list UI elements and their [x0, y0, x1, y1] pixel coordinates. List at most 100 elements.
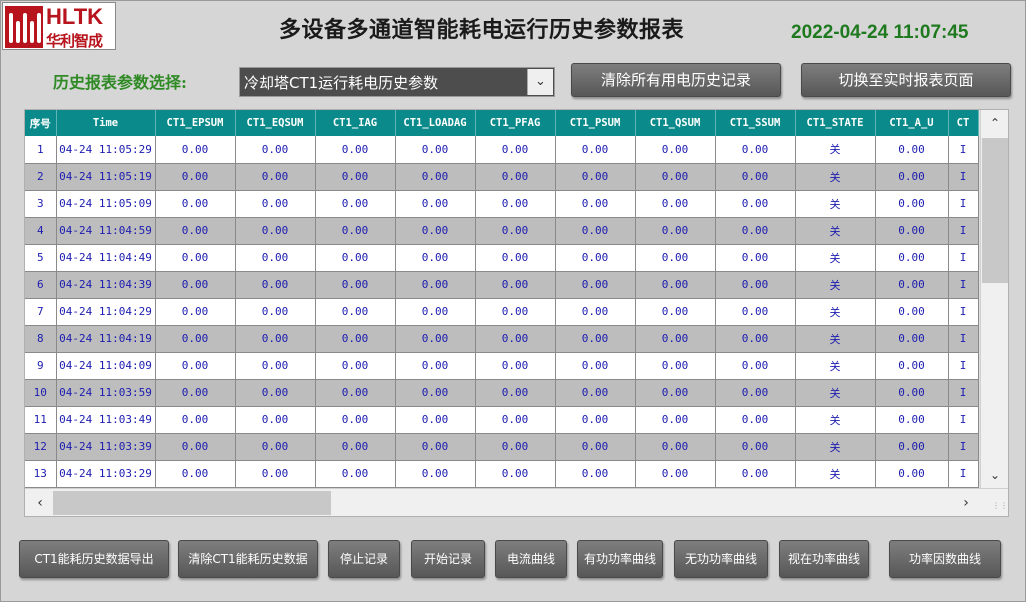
column-header[interactable]: CT1_A_U [875, 110, 949, 136]
report-selector[interactable]: 冷却塔CT1运行耗电历史参数 ⌄ [239, 67, 555, 97]
table-row[interactable]: 8 04-24 11:04:19 0.00 0.00 0.00 0.00 0.00 0.00 0… [25, 325, 979, 353]
table-cell: 0.00 [635, 379, 716, 407]
column-header[interactable]: CT1_PSUM [555, 110, 636, 136]
column-header[interactable]: CT1_QSUM [635, 110, 716, 136]
column-header[interactable]: CT1_IAG [315, 110, 396, 136]
table-cell: 7 [25, 298, 57, 326]
table-row[interactable]: 5 04-24 11:04:49 0.00 0.00 0.00 0.00 0.00 0.00 0… [25, 244, 979, 272]
table-cell: 0.00 [155, 271, 236, 299]
column-header[interactable]: CT1_EQSUM [235, 110, 316, 136]
table-cell: 0.00 [475, 325, 556, 353]
table-row[interactable]: 7 04-24 11:04:29 0.00 0.00 0.00 0.00 0.00 0.00 0… [25, 298, 979, 326]
table-cell: 0.00 [555, 433, 636, 461]
table-cell: 0.00 [395, 325, 476, 353]
chevron-right-icon[interactable]: › [953, 489, 979, 516]
table-cell: 04-24 11:05:19 [56, 163, 156, 191]
table-cell: I [948, 406, 979, 434]
table-cell: 0.00 [715, 433, 796, 461]
bottom-button-9[interactable]: 功率因数曲线 [889, 540, 1001, 578]
table-cell: 0.00 [875, 433, 949, 461]
vertical-scroll-thumb[interactable] [982, 138, 1008, 283]
table-cell: I [948, 433, 979, 461]
table-cell: 0.00 [635, 298, 716, 326]
vertical-scrollbar[interactable]: ⌃ ⌄ [980, 110, 1008, 488]
table-cell: 9 [25, 352, 57, 380]
table-row[interactable]: 9 04-24 11:04:09 0.00 0.00 0.00 0.00 0.00 0.00 0… [25, 352, 979, 380]
table-row[interactable]: 11 04-24 11:03:49 0.00 0.00 0.00 0.00 0.00 0.00… [25, 406, 979, 434]
table-cell: 04-24 11:03:29 [56, 460, 156, 488]
column-header[interactable]: CT1_EPSUM [155, 110, 236, 136]
table-row[interactable]: 2 04-24 11:05:19 0.00 0.00 0.00 0.00 0.00 0.00 0… [25, 163, 979, 191]
column-header[interactable]: CT1_SSUM [715, 110, 796, 136]
column-header[interactable]: CT1_LOADAG [395, 110, 476, 136]
table-row[interactable]: 12 04-24 11:03:39 0.00 0.00 0.00 0.00 0.00 0.00… [25, 433, 979, 461]
table-cell: 0.00 [155, 352, 236, 380]
table-cell: 0.00 [875, 406, 949, 434]
table-cell: 4 [25, 217, 57, 245]
table-cell: 3 [25, 190, 57, 218]
clear-history-button[interactable]: 清除所有用电历史记录 [571, 63, 781, 97]
table-cell: 04-24 11:04:09 [56, 352, 156, 380]
bottom-button-4[interactable]: 开始记录 [411, 540, 485, 578]
table-cell: 0.00 [315, 271, 396, 299]
column-header[interactable]: Time [56, 110, 156, 136]
bottom-button-2[interactable]: 清除CT1能耗历史数据 [178, 540, 318, 578]
chevron-up-icon[interactable]: ⌃ [981, 110, 1008, 136]
table-cell: 0.00 [235, 271, 316, 299]
bottom-button-8[interactable]: 视在功率曲线 [779, 540, 869, 578]
logo-brand: HLTK [46, 4, 104, 29]
table-cell: 04-24 11:04:39 [56, 271, 156, 299]
table-row[interactable]: 4 04-24 11:04:59 0.00 0.00 0.00 0.00 0.00 0.00 0… [25, 217, 979, 245]
table-cell: 04-24 11:05:29 [56, 136, 156, 164]
table-cell: 0.00 [475, 190, 556, 218]
table-cell: 关 [795, 325, 876, 353]
table-cell: 0.00 [155, 460, 236, 488]
table-cell: I [948, 244, 979, 272]
table-row[interactable]: 10 04-24 11:03:59 0.00 0.00 0.00 0.00 0.00 0.00… [25, 379, 979, 407]
column-header[interactable]: CT1_STATE [795, 110, 876, 136]
horizontal-scroll-thumb[interactable] [53, 491, 331, 515]
bottom-button-5[interactable]: 电流曲线 [495, 540, 567, 578]
table-cell: 0.00 [555, 298, 636, 326]
table-cell: 0.00 [235, 217, 316, 245]
chevron-down-icon[interactable]: ⌄ [527, 69, 553, 95]
table-row[interactable]: 6 04-24 11:04:39 0.00 0.00 0.00 0.00 0.00 0.00 0… [25, 271, 979, 299]
bottom-button-1[interactable]: CT1能耗历史数据导出 [19, 540, 169, 578]
table-cell: 04-24 11:04:49 [56, 244, 156, 272]
table-cell: 0.00 [155, 244, 236, 272]
table-cell: 关 [795, 433, 876, 461]
table-cell: 04-24 11:04:29 [56, 298, 156, 326]
table-cell: 0.00 [155, 433, 236, 461]
table-cell: 0.00 [395, 190, 476, 218]
table-cell: 0.00 [155, 406, 236, 434]
table-row[interactable]: 13 04-24 11:03:29 0.00 0.00 0.00 0.00 0.00 0.00… [25, 460, 979, 488]
bottom-button-6[interactable]: 有功功率曲线 [577, 540, 663, 578]
table-row[interactable]: 3 04-24 11:05:09 0.00 0.00 0.00 0.00 0.00 0.00 0… [25, 190, 979, 218]
chevron-left-icon[interactable]: ‹ [27, 489, 53, 516]
table-cell: 0.00 [315, 136, 396, 164]
table-cell: I [948, 217, 979, 245]
table-cell: 04-24 11:03:59 [56, 379, 156, 407]
horizontal-scrollbar[interactable]: ‹ › ⋮⋮ [25, 488, 1008, 516]
chevron-down-icon[interactable]: ⌄ [981, 462, 1008, 488]
table-cell: 关 [795, 379, 876, 407]
table-cell: 0.00 [715, 217, 796, 245]
switch-realtime-button[interactable]: 切换至实时报表页面 [801, 63, 1011, 97]
table-cell: 0.00 [315, 244, 396, 272]
table-cell: 0.00 [635, 460, 716, 488]
resize-grip-icon: ⋮⋮ [992, 501, 1008, 510]
table-cell: 0.00 [715, 379, 796, 407]
table-row[interactable]: 1 04-24 11:05:29 0.00 0.00 0.00 0.00 0.00 0.00 0… [25, 136, 979, 164]
table-cell: 0.00 [395, 460, 476, 488]
table-cell: 13 [25, 460, 57, 488]
table-cell: 0.00 [395, 298, 476, 326]
data-table: 序号 Time CT1_EPSUM CT1_EQSUM CT1_IAG CT1_LOADA… [25, 110, 979, 488]
bottom-button-3[interactable]: 停止记录 [328, 540, 400, 578]
table-cell: 2 [25, 163, 57, 191]
table-cell: 0.00 [875, 298, 949, 326]
column-header[interactable]: CT1_PFAG [475, 110, 556, 136]
bottom-button-7[interactable]: 无功功率曲线 [674, 540, 768, 578]
table-cell: 6 [25, 271, 57, 299]
column-header[interactable]: CT [948, 110, 979, 136]
column-header[interactable]: 序号 [25, 110, 57, 136]
